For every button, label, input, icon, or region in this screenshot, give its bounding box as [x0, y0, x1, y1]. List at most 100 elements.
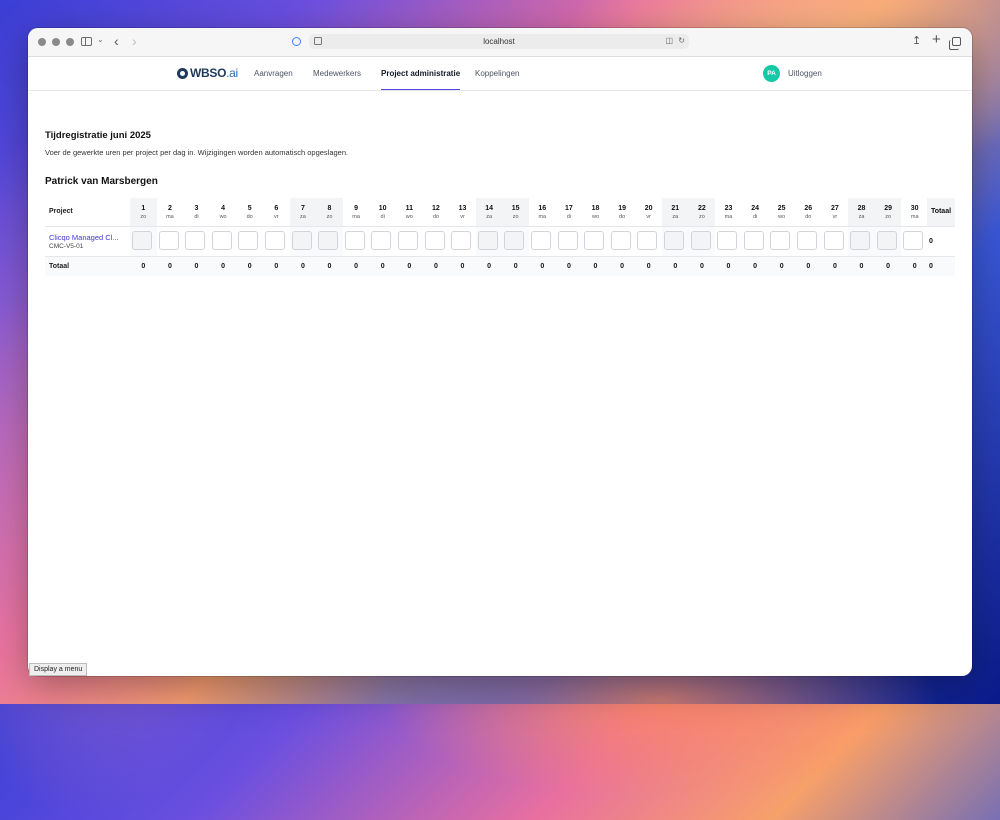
hours-input-day-6[interactable]: [265, 231, 285, 250]
hours-input-day-22[interactable]: [690, 231, 711, 250]
day-total-3: 0: [194, 263, 199, 270]
day-number: 8: [327, 205, 332, 212]
browser-window: ⌄ ‹ › localhost ◫ ↻ ↥ + WBSO.ai Aanvrage…: [28, 28, 972, 676]
project-name-link[interactable]: Clicqo Managed Cl...: [49, 233, 129, 242]
wbso-logo[interactable]: WBSO.ai: [177, 66, 238, 80]
day-header-17: 17 di: [556, 198, 583, 226]
nav-koppelingen[interactable]: Koppelingen: [475, 57, 519, 90]
hours-input-day-10[interactable]: [371, 231, 392, 250]
hours-input-day-7[interactable]: [291, 231, 312, 250]
hours-input-day-5[interactable]: [238, 231, 259, 250]
hours-input-day-2[interactable]: [158, 231, 179, 250]
hours-input-day-24[interactable]: [743, 231, 764, 250]
hours-input-day-26[interactable]: [797, 231, 817, 250]
day-number: 29: [884, 205, 892, 212]
hours-input-day-8[interactable]: [318, 231, 339, 250]
hours-input-day-19[interactable]: [610, 231, 631, 250]
logo-suffix: .ai: [226, 66, 238, 80]
tab-overview-icon[interactable]: [949, 37, 961, 50]
day-header-16: 16 ma: [529, 198, 556, 226]
hours-cell: [901, 227, 928, 257]
nav-project-administratie[interactable]: Project administratie: [381, 57, 461, 90]
table-header-row: Project Totaal 1 zo 2 ma 3 di 4 wo 5 do 6 vr 7 za 8 zo 9…: [45, 198, 955, 226]
hours-input-day-28[interactable]: [850, 231, 871, 250]
day-header-3: 3 di: [183, 198, 210, 226]
day-header-26: 26 do: [795, 198, 822, 226]
hours-input-day-27[interactable]: [823, 231, 844, 250]
privacy-report-icon[interactable]: [292, 37, 301, 46]
day-header-12: 12 do: [423, 198, 450, 226]
hours-cell: [582, 227, 609, 257]
hours-input-day-12[interactable]: [424, 231, 445, 250]
hours-input-day-1[interactable]: [132, 231, 152, 250]
hours-input-day-25[interactable]: [770, 231, 791, 250]
day-weekday: do: [432, 214, 439, 220]
hours-input-day-20[interactable]: [637, 231, 658, 250]
page-title: Tijdregistratie juni 2025: [45, 130, 151, 141]
day-number: 6: [274, 205, 279, 212]
row-total: 0: [929, 238, 933, 245]
close-window-button[interactable]: [38, 38, 46, 46]
day-weekday: ma: [724, 214, 733, 220]
user-avatar[interactable]: PA: [763, 65, 780, 82]
hours-cell: [130, 227, 157, 257]
hours-input-day-18[interactable]: [584, 231, 605, 250]
hours-cell: [289, 227, 317, 257]
hours-cell: [556, 227, 583, 257]
share-icon[interactable]: ↥: [912, 34, 921, 47]
day-total-8: 0: [327, 263, 332, 270]
day-weekday: wo: [405, 214, 413, 220]
reload-icon[interactable]: ↻: [678, 36, 685, 45]
hours-input-day-14[interactable]: [477, 231, 498, 250]
day-total-10: 0: [380, 263, 385, 270]
hours-input-day-9[interactable]: [344, 231, 365, 250]
day-number: 10: [378, 205, 387, 212]
day-header-13: 13 vr: [449, 198, 476, 226]
hours-cell: [822, 227, 849, 257]
translate-icon[interactable]: ◫: [665, 36, 673, 45]
day-header-27: 27 vr: [822, 198, 849, 226]
hours-input-day-16[interactable]: [531, 231, 551, 250]
day-weekday: za: [672, 214, 679, 220]
address-bar[interactable]: localhost ◫ ↻: [309, 34, 689, 49]
hours-input-day-15[interactable]: [504, 231, 525, 250]
nav-medewerkers[interactable]: Medewerkers: [313, 57, 361, 90]
timesheet-table: Project Totaal 1 zo 2 ma 3 di 4 wo 5 do 6 vr 7 za 8 zo 9…: [45, 198, 955, 276]
back-arrow-icon[interactable]: ‹: [114, 33, 119, 49]
day-header-5: 5 do: [236, 198, 263, 226]
new-tab-icon[interactable]: +: [932, 31, 941, 48]
day-number: 1: [141, 205, 146, 212]
forward-arrow-icon[interactable]: ›: [132, 33, 137, 49]
day-header-10: 10 di: [369, 198, 396, 226]
day-number: 26: [804, 205, 813, 212]
hours-cell: [742, 227, 769, 257]
zoom-window-button[interactable]: [66, 38, 74, 46]
browser-titlebar: ⌄ ‹ › localhost ◫ ↻ ↥ +: [28, 28, 972, 57]
grand-total: 0: [929, 263, 933, 270]
hours-input-day-30[interactable]: [903, 231, 924, 250]
hours-input-day-11[interactable]: [398, 231, 418, 250]
hours-input-day-4[interactable]: [211, 231, 232, 250]
hours-input-day-21[interactable]: [664, 231, 684, 250]
day-total-13: 0: [460, 263, 465, 270]
hours-input-day-29[interactable]: [876, 231, 897, 250]
chevron-down-icon[interactable]: ⌄: [97, 35, 104, 44]
hours-input-day-3[interactable]: [185, 231, 206, 250]
hours-cell: [475, 227, 503, 257]
hours-input-day-23[interactable]: [717, 231, 738, 250]
day-total-12: 0: [433, 263, 438, 270]
day-header-19: 19 do: [609, 198, 636, 226]
hours-cell: [662, 227, 689, 257]
logout-link[interactable]: Uitloggen: [788, 57, 822, 90]
hours-input-day-13[interactable]: [451, 231, 472, 250]
page-settings-icon[interactable]: [314, 37, 322, 45]
sidebar-toggle-icon[interactable]: [81, 37, 92, 46]
hours-input-day-17[interactable]: [557, 231, 578, 250]
minimize-window-button[interactable]: [52, 38, 60, 46]
day-weekday: ma: [352, 214, 360, 220]
day-total-18: 0: [593, 263, 598, 270]
day-header-15: 15 zo: [502, 198, 529, 226]
day-number: 18: [591, 205, 600, 212]
day-number: 2: [167, 205, 172, 212]
nav-aanvragen[interactable]: Aanvragen: [254, 57, 293, 90]
